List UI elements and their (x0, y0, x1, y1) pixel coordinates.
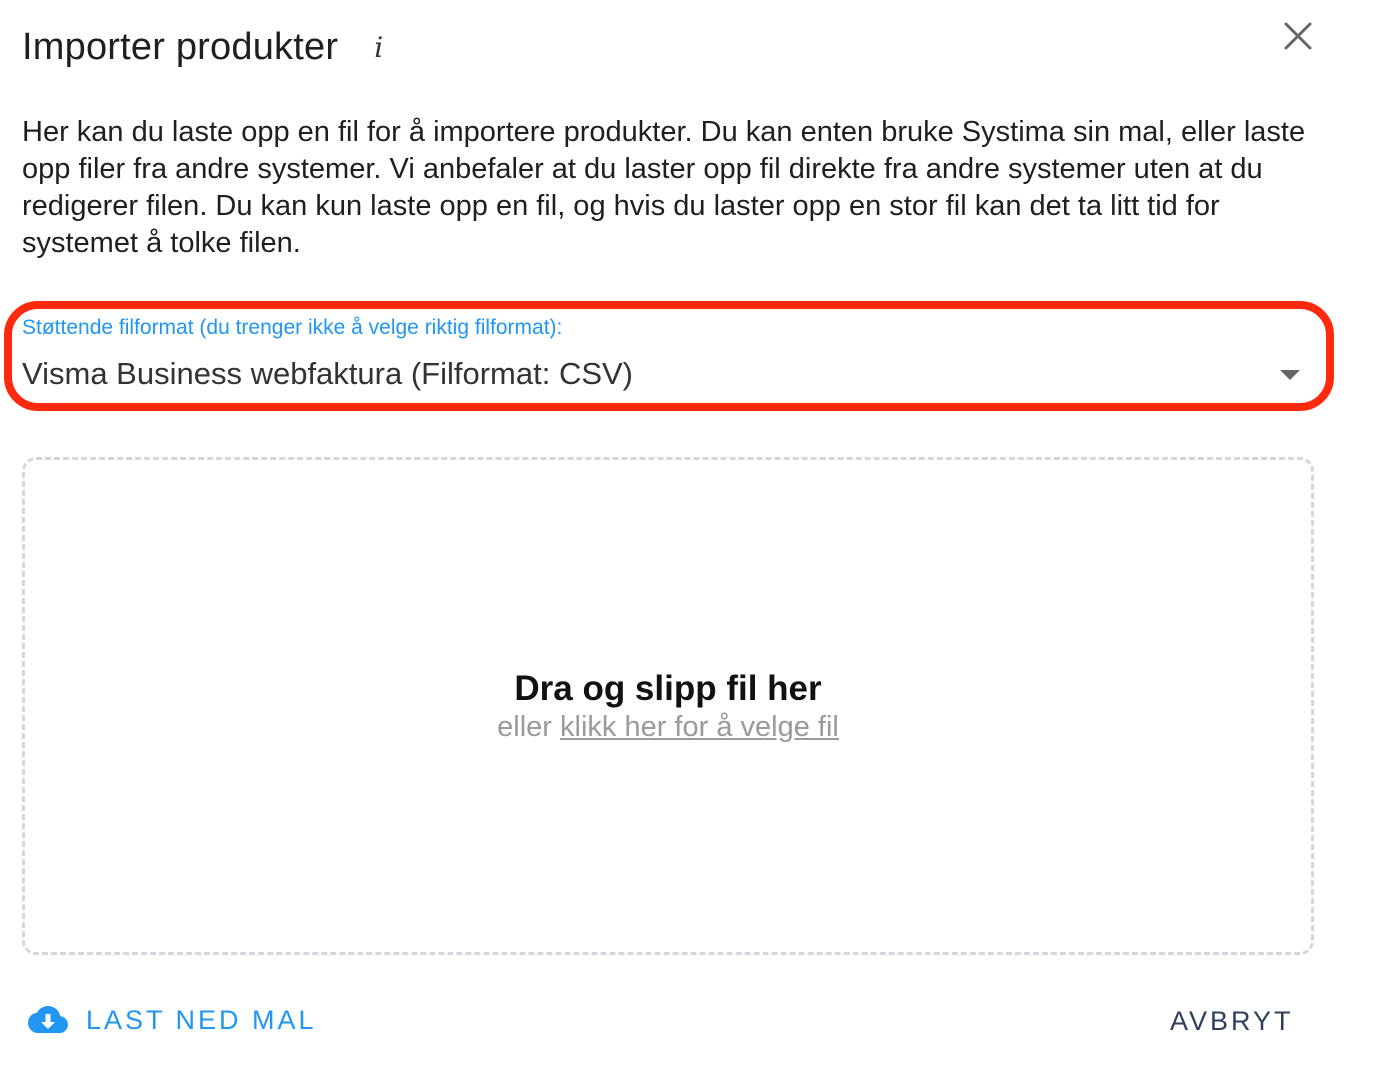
file-dropzone[interactable]: Dra og slipp fil her eller klikk her for… (22, 457, 1314, 955)
cloud-download-icon (28, 1006, 68, 1033)
download-template-label: LAST NED MAL (86, 1004, 317, 1035)
dialog-header: Importer produkter i (22, 26, 389, 69)
dialog-description: Her kan du laste opp en fil for å import… (22, 116, 1306, 259)
download-template-button[interactable]: LAST NED MAL (28, 1004, 317, 1036)
close-button[interactable] (1276, 14, 1320, 58)
import-products-dialog: Importer produkter i Her kan du laste op… (0, 0, 1384, 1080)
file-format-label: Støttende filformat (du trenger ikke å v… (22, 316, 563, 339)
dropzone-subtitle-prefix: eller (497, 710, 561, 743)
file-format-selected-value: Visma Business webfaktura (Filformat: CS… (22, 356, 634, 391)
dropzone-subtitle: eller klikk her for å velge fil (497, 711, 839, 744)
dialog-title: Importer produkter (22, 26, 339, 68)
cancel-button[interactable]: AVBRYT (1170, 1006, 1294, 1037)
dropzone-title: Dra og slipp fil her (514, 668, 822, 708)
dropdown-arrow-icon (1280, 370, 1300, 380)
file-format-select[interactable]: Støttende filformat (du trenger ikke å v… (22, 316, 1310, 405)
info-icon[interactable]: i (368, 32, 389, 64)
choose-file-link[interactable]: klikk her for å velge fil (560, 711, 839, 743)
close-icon (1284, 22, 1312, 50)
